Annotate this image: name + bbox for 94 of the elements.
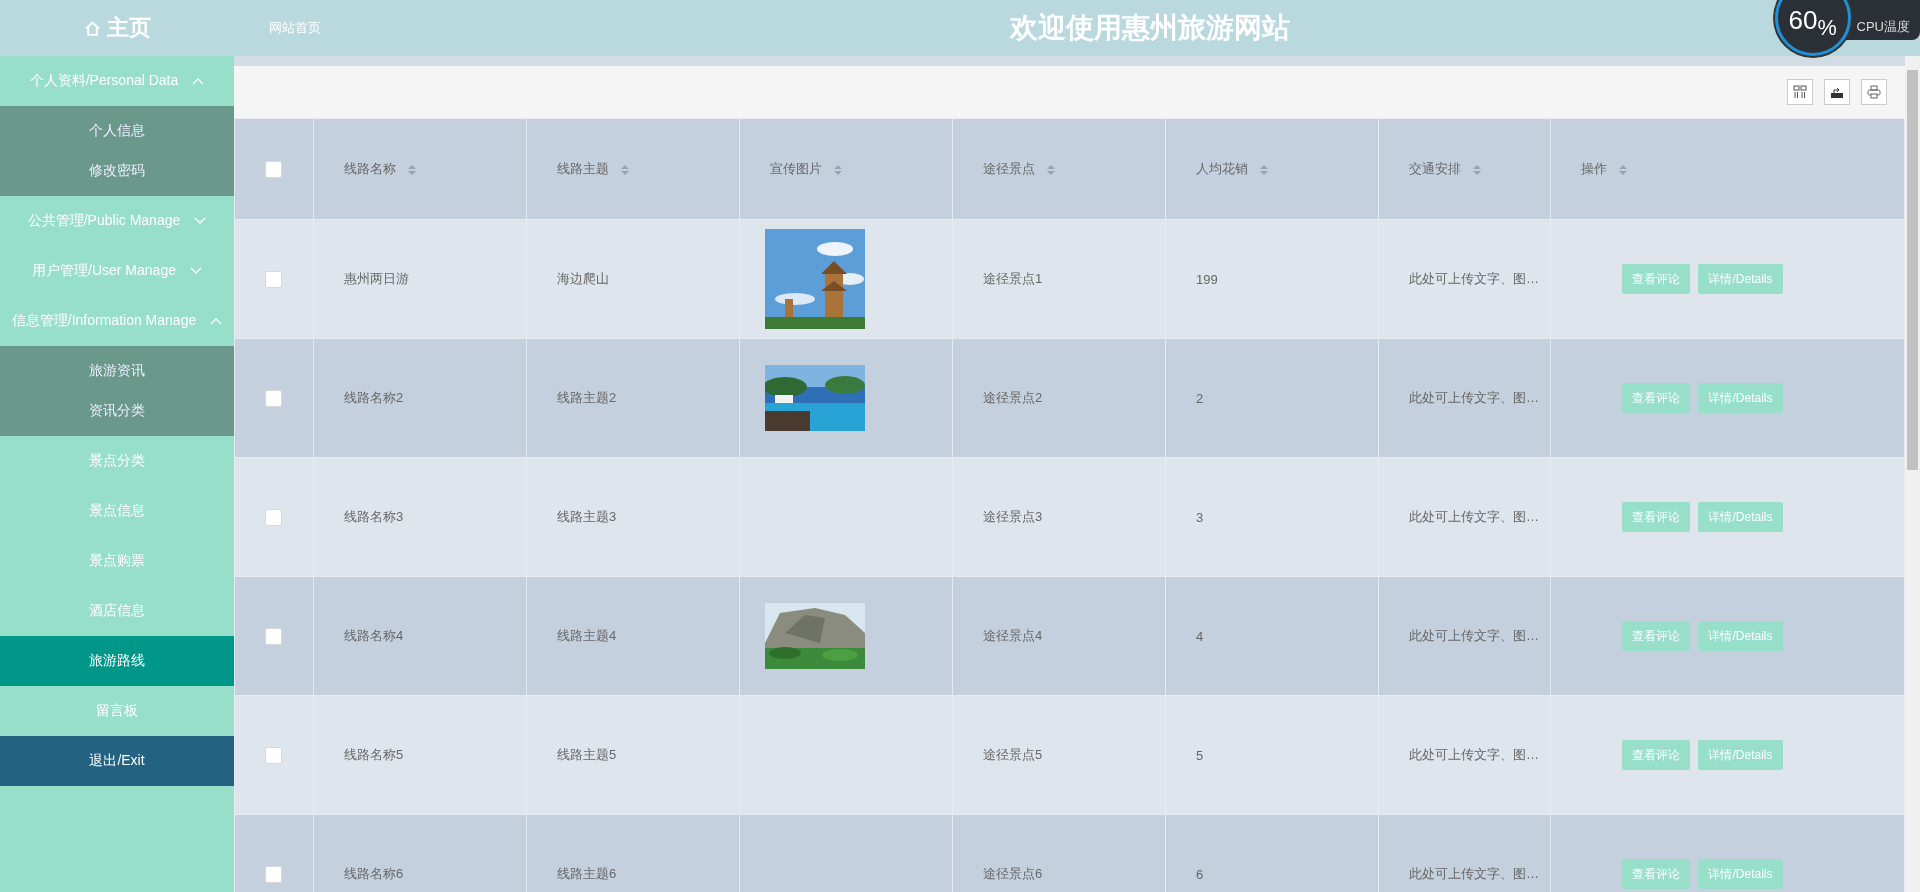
scrollbar[interactable] [1905,56,1920,892]
menu-item[interactable]: 旅游路线 [0,636,234,686]
column-header[interactable]: 宣传图片 [770,161,822,176]
action-button[interactable]: 查看评论 [1622,383,1691,413]
row-checkbox[interactable] [265,865,282,883]
sort-icon[interactable] [834,163,842,176]
table-cell: 惠州两日游 [344,271,409,286]
home-icon [83,19,101,37]
chevron-icon [192,77,205,85]
table-cell: 此处可上传文字、图… [1409,271,1539,286]
row-checkbox[interactable] [265,389,282,407]
menu-item[interactable]: 景点分类 [0,436,234,486]
table-cell: 线路主题4 [557,628,617,643]
action-button[interactable]: 详情/Details [1698,740,1783,770]
export-icon [1830,85,1844,99]
chevron-icon [189,267,202,275]
action-button[interactable]: 查看评论 [1622,859,1691,889]
table-cell: 海边爬山 [557,271,609,286]
action-button[interactable]: 查看评论 [1622,502,1691,532]
action-button[interactable]: 详情/Details [1698,383,1783,413]
action-button[interactable]: 查看评论 [1622,264,1691,294]
column-header[interactable]: 线路名称 [344,161,396,176]
action-button[interactable]: 详情/Details [1698,859,1783,889]
column-header[interactable]: 途径景点 [983,161,1035,176]
menu-group[interactable]: 个人资料/Personal Data [0,56,234,106]
table-cell: 线路名称5 [344,747,404,762]
table-cell: 此处可上传文字、图… [1409,747,1539,762]
table-cell: 线路名称4 [344,628,404,643]
export-button[interactable] [1824,79,1850,105]
table-cell: 线路名称3 [344,509,404,524]
table-cell: 途径景点6 [983,866,1043,881]
table-cell: 此处可上传文字、图… [1409,866,1539,881]
print-icon [1867,85,1881,99]
row-checkbox[interactable] [265,627,282,645]
submenu-item[interactable]: 个人信息 [0,111,234,151]
table-cell: 线路主题3 [557,509,617,524]
table-cell: 线路主题6 [557,866,617,881]
table-cell: 此处可上传文字、图… [1409,628,1539,643]
action-button[interactable]: 详情/Details [1698,502,1783,532]
row-checkbox[interactable] [265,508,282,526]
select-all-checkbox[interactable] [265,160,282,178]
action-button[interactable]: 详情/Details [1698,264,1783,294]
menu-group[interactable]: 信息管理/Information Manage [0,296,234,346]
table-cell: 5 [1196,747,1204,763]
table-cell: 线路主题2 [557,390,617,405]
sort-icon[interactable] [1047,163,1055,176]
menu-item[interactable]: 景点购票 [0,536,234,586]
menu-item[interactable]: 留言板 [0,686,234,736]
row-checkbox[interactable] [265,746,282,764]
table-cell: 线路名称2 [344,390,404,405]
chevron-icon [210,317,223,325]
home-link[interactable]: 主页 [106,13,151,43]
menu-group[interactable]: 公共管理/Public Manage [0,196,234,246]
site-home-link[interactable]: 网站首页 [269,19,321,37]
table-cell: 途径景点5 [983,747,1043,762]
action-button[interactable]: 查看评论 [1622,621,1691,651]
table-cell: 4 [1196,628,1204,644]
sort-icon[interactable] [1473,163,1481,176]
site-title: 欢迎使用惠州旅游网站 [1008,11,1291,45]
sort-icon[interactable] [1260,163,1268,176]
action-button[interactable]: 查看评论 [1622,740,1691,770]
table-cell: 6 [1196,866,1204,882]
table-cell: 199 [1196,271,1218,287]
columns-icon [1793,85,1807,99]
columns-button[interactable] [1787,79,1813,105]
exit-menu-item[interactable]: 退出/Exit [0,736,234,786]
table-cell: 途径景点1 [983,271,1043,286]
action-button[interactable]: 详情/Details [1698,621,1783,651]
menu-item[interactable]: 酒店信息 [0,586,234,636]
table-cell: 2 [1196,390,1204,406]
column-header[interactable]: 人均花销 [1196,161,1248,176]
submenu-item[interactable]: 旅游资讯 [0,351,234,391]
submenu-item[interactable]: 修改密码 [0,151,234,191]
sort-icon[interactable] [1619,163,1627,176]
row-checkbox[interactable] [265,270,282,288]
table-cell: 3 [1196,509,1204,525]
menu-item[interactable]: 景点信息 [0,486,234,536]
sort-icon[interactable] [621,163,629,176]
sort-icon[interactable] [408,163,416,176]
table-cell: 途径景点4 [983,628,1043,643]
menu-group[interactable]: 用户管理/User Manage [0,246,234,296]
submenu-item[interactable]: 资讯分类 [0,391,234,431]
table-cell: 途径景点2 [983,390,1043,405]
table-cell: 途径景点3 [983,509,1043,524]
column-header[interactable]: 交通安排 [1409,161,1461,176]
chevron-icon [194,217,207,225]
column-header[interactable]: 操作 [1581,161,1607,176]
table-cell: 线路名称6 [344,866,404,881]
column-header[interactable]: 线路主题 [557,161,609,176]
cpu-percent: 60$_{%}$ [1788,4,1837,42]
table-cell: 线路主题5 [557,747,617,762]
table-cell: 此处可上传文字、图… [1409,509,1539,524]
table-cell: 此处可上传文字、图… [1409,390,1539,405]
print-button[interactable] [1861,79,1887,105]
